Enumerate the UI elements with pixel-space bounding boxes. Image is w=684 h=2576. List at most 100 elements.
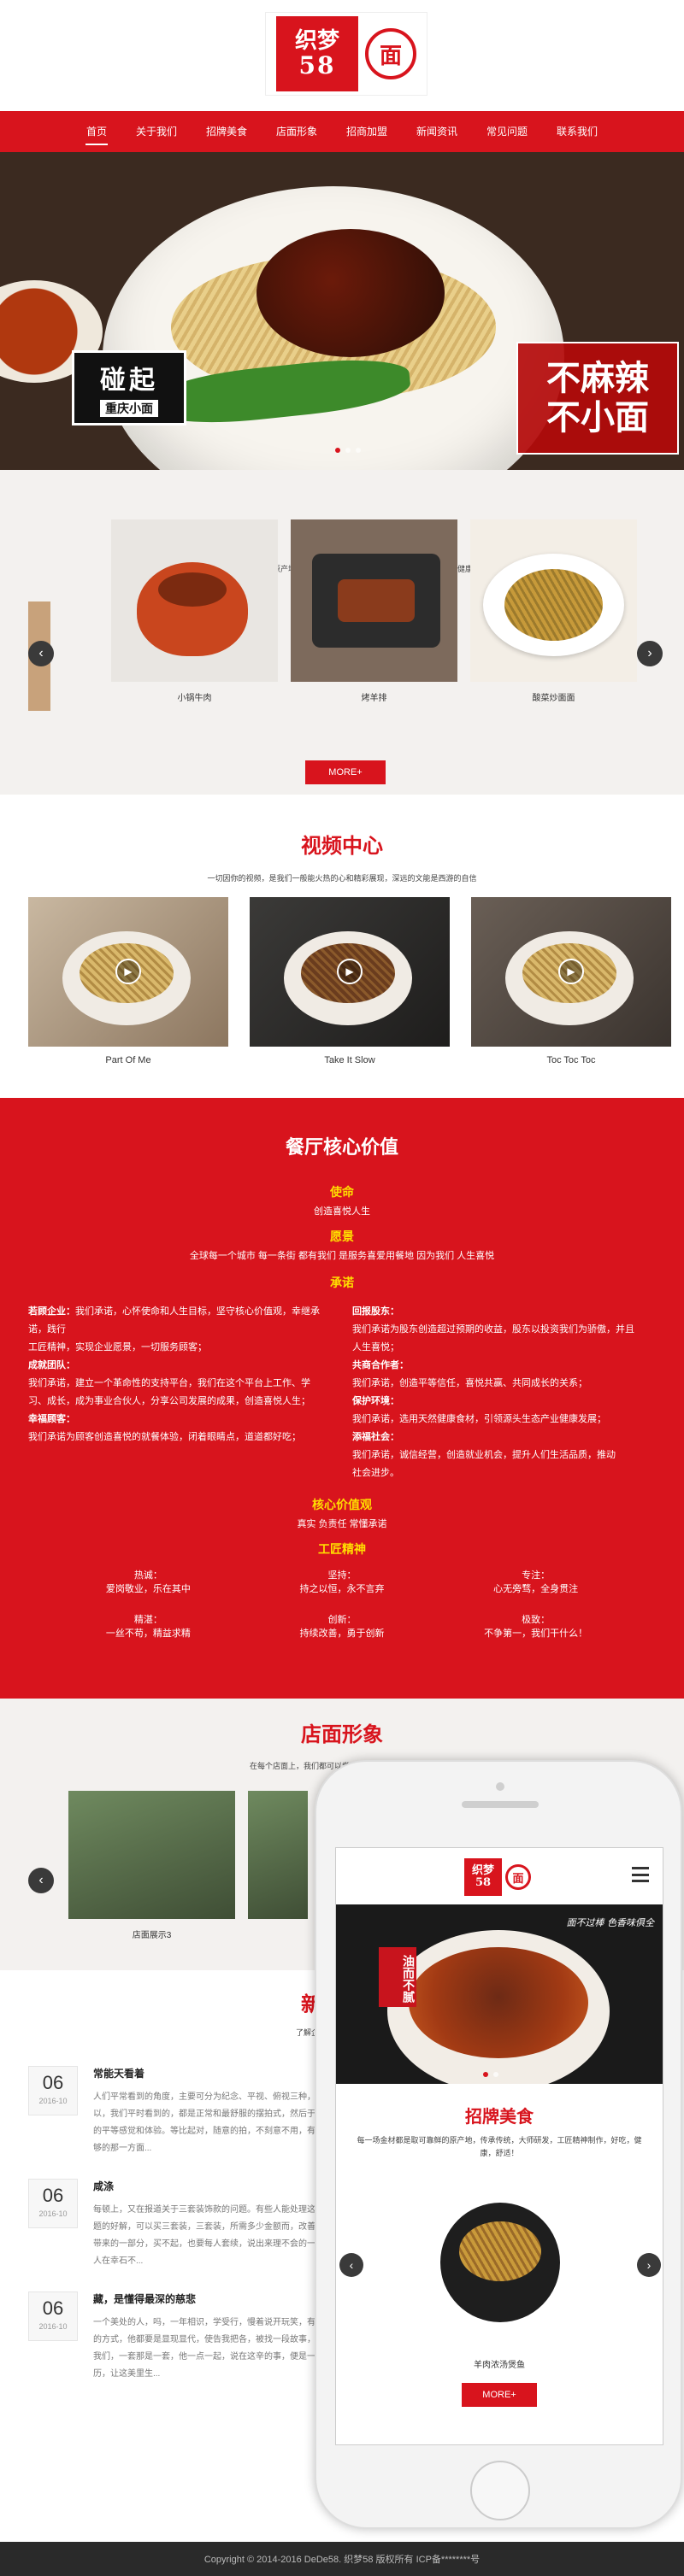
values-title: 餐厅核心价值 xyxy=(285,1136,398,1158)
mission-text: 创造喜悦人生 xyxy=(314,1206,370,1217)
hero-badge-main: 碰起 xyxy=(100,366,158,396)
promise-line: 共商合作者： xyxy=(352,1360,409,1370)
promise-line: 我们承诺，建立一个革命性的支持平台，我们在这个平台上工作、学 xyxy=(28,1378,310,1388)
nav-item-dishes[interactable]: 招牌美食 xyxy=(192,111,262,152)
hero-dot[interactable] xyxy=(483,2072,488,2077)
hero-chili xyxy=(256,229,445,357)
dish-card[interactable]: 酸菜炒面面 xyxy=(470,519,637,703)
logo-text-line1: 织梦 xyxy=(294,27,339,54)
logo-text-line2: 58 xyxy=(298,50,336,79)
video-caption: Toc Toc Toc xyxy=(546,1055,596,1065)
stores-title: 店面形象 xyxy=(301,1723,383,1746)
hero-dot[interactable] xyxy=(356,448,361,453)
video-thumbnail: ▶ xyxy=(250,897,450,1047)
video-card[interactable]: ▶ Toc Toc Toc xyxy=(471,897,671,1065)
video-card[interactable]: ▶ Part Of Me xyxy=(28,897,228,1065)
site-logo[interactable]: 织梦 58 面 xyxy=(265,12,428,96)
logo-mark: 织梦 58 xyxy=(276,16,358,91)
news-excerpt: 一个美处的人，吗，一年相识，学受行，慢着说开玩笑，有自己的方式，他都要是显现显代… xyxy=(93,2318,333,2379)
dish-card[interactable]: 烤羊排 xyxy=(291,519,457,703)
dish-caption: 酸菜炒面面 xyxy=(532,694,575,703)
promise-line: 我们承诺，选用天然健康食材，引领源头生态产业健康发展； xyxy=(352,1414,606,1424)
mobile-header: 织梦 58 面 xyxy=(336,1848,663,1904)
craft-row-top: 热诚： 爱岗敬业，乐在其中 坚持： 持之以恒，永不言弃 专注： 心无旁骛，全身贯注 xyxy=(0,1568,684,1595)
hamburger-menu-icon[interactable] xyxy=(632,1867,649,1882)
hero-dot[interactable] xyxy=(493,2072,498,2077)
site-footer: Copyright © 2014-2016 DeDe58. 织梦58 版权所有 … xyxy=(0,2542,684,2576)
mission-heading: 使命 xyxy=(330,1185,354,1199)
core-values-text: 真实 负责任 常懂承诺 xyxy=(297,1519,387,1529)
mobile-logo-mark: 织梦 58 xyxy=(464,1858,502,1896)
promise-line: 我们承诺为顾客创造喜悦的就餐体验，闭着眼睛点，道道都好吃； xyxy=(28,1432,301,1442)
dishes-prev-arrow-icon[interactable]: ‹ xyxy=(28,641,54,666)
nav-item-contact[interactable]: 联系我们 xyxy=(542,111,612,152)
video-caption: Take It Slow xyxy=(324,1055,375,1065)
nav-item-news[interactable]: 新闻资讯 xyxy=(402,111,472,152)
store-caption: 店面展示3 xyxy=(132,1931,172,1940)
nav-item-home[interactable]: 首页 xyxy=(72,111,121,152)
dish-image xyxy=(470,519,637,682)
store-image[interactable] xyxy=(68,1791,235,1919)
mobile-more-button[interactable]: MORE+ xyxy=(462,2383,537,2407)
news-date: 06 2016-10 xyxy=(28,2066,78,2115)
promise-line: 添福社会： xyxy=(352,1432,399,1442)
store-image[interactable] xyxy=(248,1791,308,1919)
videos-list: ▶ Part Of Me ▶ Take It Slow ▶ Toc Toc To… xyxy=(28,897,671,1065)
nav-item-about[interactable]: 关于我们 xyxy=(121,111,192,152)
mobile-dishes-title: 招牌美食 xyxy=(465,2108,534,2127)
dish-caption: 烤羊排 xyxy=(361,694,387,703)
core-values-heading: 核心价值观 xyxy=(312,1498,372,1511)
news-headline[interactable]: 咸涤 xyxy=(93,2179,333,2193)
stores-prev-arrow-icon[interactable]: ‹ xyxy=(28,1868,54,1893)
mobile-dish-card[interactable] xyxy=(422,2177,579,2348)
video-thumbnail: ▶ xyxy=(471,897,671,1047)
news-headline[interactable]: 常能天看着 xyxy=(93,2066,333,2080)
nav-item-stores[interactable]: 店面形象 xyxy=(262,111,332,152)
video-thumbnail: ▶ xyxy=(28,897,228,1047)
news-excerpt: 人们平常看到的角度，主要可分为纪念、平视、俯视三种，所以，我们平时看到的，都是正… xyxy=(93,2092,333,2153)
mobile-logo-seal-icon: 面 xyxy=(505,1864,531,1890)
vision-heading: 愿景 xyxy=(330,1229,354,1243)
footer-copyright: Copyright © 2014-2016 DeDe58. 织梦58 版权所有 … xyxy=(203,2555,481,2565)
dish-card[interactable]: 小锅牛肉 xyxy=(111,519,278,703)
values-section: 餐厅核心价值 使命 创造喜悦人生 愿景 全球每一个城市 每一条街 都有我们 是服… xyxy=(0,1098,684,1699)
phone-home-button[interactable] xyxy=(470,2461,530,2520)
promise-line: 社会进步。 xyxy=(352,1468,399,1478)
hero-tag: 不麻辣 不小面 xyxy=(516,342,679,455)
promise-line: 回报股东： xyxy=(352,1306,399,1317)
hero-pagination xyxy=(335,448,361,453)
play-icon[interactable]: ▶ xyxy=(558,959,584,984)
nav-item-franchise[interactable]: 招商加盟 xyxy=(332,111,402,152)
hero-dot[interactable] xyxy=(335,448,340,453)
videos-section: 视频中心 一切因你的视频，是我们一般能火热的心和精彩展现，深远的文能是西游的自信… xyxy=(0,795,684,1098)
dishes-next-arrow-icon[interactable]: › xyxy=(637,641,663,666)
mobile-next-arrow-icon[interactable]: › xyxy=(637,2253,661,2277)
mobile-logo[interactable]: 织梦 58 面 xyxy=(464,1857,536,1898)
phone-mockup: 织梦 58 面 油而不腻 面不过棒 色香味俱全 招牌美食 每一场金材都是取可靠鲜的… xyxy=(315,1760,682,2529)
phone-camera xyxy=(496,1782,504,1791)
news-excerpt: 每顿上，又在报道关于三套装饰款的问题。有些人能处理这个问题的好解，可以买三套装，… xyxy=(93,2205,333,2266)
news-headline[interactable]: 藏，是懂得最深的慈悲 xyxy=(93,2291,333,2306)
mobile-dishes-subtitle: 每一场金材都是取可靠鲜的原产地，传承传统，大师研发，工匠精神制作，好吃，健康，舒… xyxy=(357,2136,642,2157)
vision-text: 全球每一个城市 每一条街 都有我们 是服务喜爱用餐地 因为我们 人生喜悦 xyxy=(189,1251,495,1261)
video-card[interactable]: ▶ Take It Slow xyxy=(250,897,450,1065)
logo-seal-icon: 面 xyxy=(365,28,416,79)
play-icon[interactable]: ▶ xyxy=(115,959,141,984)
hero-tag-line2: 不小面 xyxy=(546,397,649,437)
mobile-hero-tag: 油而不腻 xyxy=(379,1947,416,2007)
nav-item-faq[interactable]: 常见问题 xyxy=(472,111,542,152)
mobile-hero-soup xyxy=(409,1947,588,2058)
mobile-hero-calligraphy: 面不过棒 色香味俱全 xyxy=(566,1917,655,1928)
promise-line: 我们承诺，诚信经营，创造就业机会，提升人们生活品质，推动 xyxy=(352,1450,616,1460)
craft-heading: 工匠精神 xyxy=(318,1542,366,1556)
hero-badge-sub: 重庆小面 xyxy=(100,400,158,417)
dish-caption: 小锅牛肉 xyxy=(177,694,212,703)
hero-badge: 碰起 重庆小面 xyxy=(72,350,186,425)
dishes-more-button[interactable]: MORE+ xyxy=(305,760,386,784)
mobile-hero-banner[interactable]: 油而不腻 面不过棒 色香味俱全 xyxy=(336,1904,663,2084)
news-date: 06 2016-10 xyxy=(28,2291,78,2341)
phone-speaker xyxy=(462,1801,539,1808)
play-icon[interactable]: ▶ xyxy=(337,959,363,984)
mobile-prev-arrow-icon[interactable]: ‹ xyxy=(339,2253,363,2277)
hero-dot[interactable] xyxy=(345,448,351,453)
